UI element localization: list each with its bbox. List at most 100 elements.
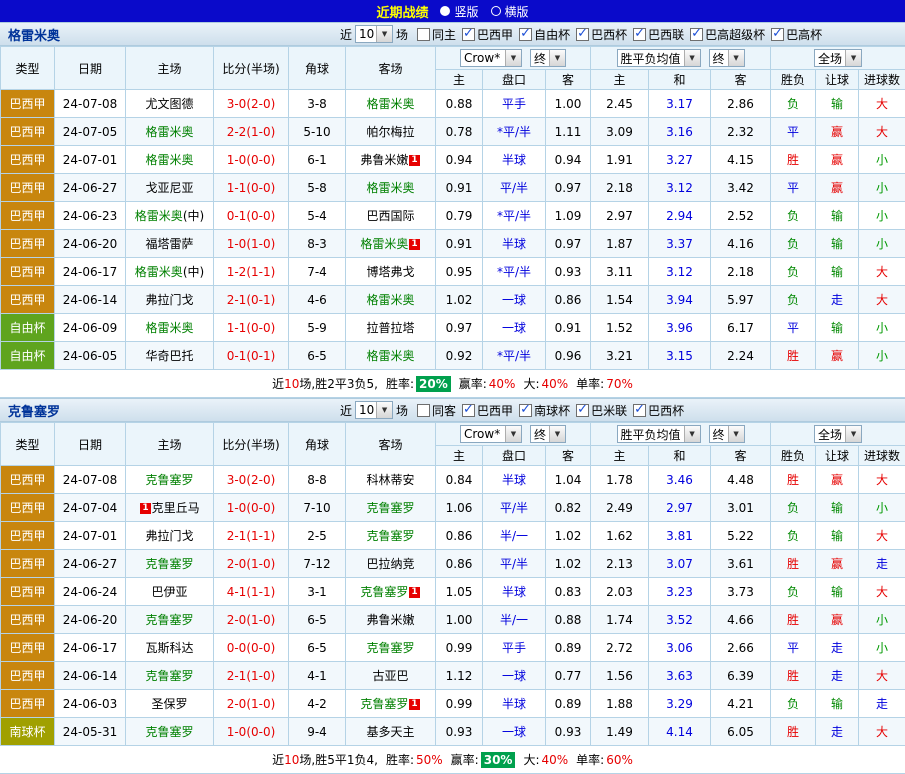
asia-away-odds: 0.93 [546,718,591,746]
league-checkbox-0[interactable]: 巴西甲 [462,402,513,419]
euro-draw-odds: 3.52 [649,606,711,634]
europe-odds-select[interactable]: 胜平负均值▼ [617,425,701,443]
odds-company-select[interactable]: Crow*▼ [460,49,522,67]
away-team-name: 帕尔梅拉 [366,125,414,139]
league-checkbox-3-box[interactable] [633,28,646,41]
match-type: 巴西甲 [1,202,55,230]
asia-handicap: 半球 [483,578,546,606]
asia-away-odds: 1.00 [546,90,591,118]
radio-vertical-label[interactable]: 竖版 [454,3,478,20]
asia-away-odds: 0.91 [546,314,591,342]
euro-home-odds: 1.74 [591,606,649,634]
away-team-name: 格雷米奥 [366,293,414,307]
league-checkbox-5-box[interactable] [771,28,784,41]
match-date: 24-06-14 [55,662,126,690]
asia-away-odds: 0.88 [546,606,591,634]
same-venue-checkbox[interactable]: 同主 [417,26,456,43]
league-checkbox-4-box[interactable] [690,28,703,41]
league-checkbox-0-box[interactable] [462,404,475,417]
layout-radio-horizontal[interactable]: 横版 [491,3,529,20]
home-team-name: 克鲁塞罗 [145,669,193,683]
radio-unselected-icon[interactable] [491,6,501,16]
home-team: 克鲁塞罗 [126,718,214,746]
away-team-name: 科林蒂安 [366,473,414,487]
euro-home-odds: 1.78 [591,466,649,494]
match-type: 巴西甲 [1,146,55,174]
radio-horizontal-label[interactable]: 横版 [505,3,529,20]
match-date: 24-07-05 [55,118,126,146]
matches-table: 类型日期主场比分(半场)角球客场Crow*▼终▼胜平负均值▼终▼全场▼主盘口客主… [0,422,905,746]
odds-stage-select[interactable]: 终▼ [530,425,566,443]
sub-header-2: 客 [546,446,591,466]
same-venue-checkbox[interactable]: 同客 [417,402,456,419]
wdl-result: 负 [771,578,816,606]
league-checkbox-0-box[interactable] [462,28,475,41]
home-team: 圣保罗 [126,690,214,718]
league-checkbox-2-box[interactable] [576,404,589,417]
away-team: 格雷米奥 [346,174,436,202]
home-team-name: 克鲁塞罗 [145,473,193,487]
europe-odds-select[interactable]: 胜平负均值▼ [617,49,701,67]
league-checkbox-5[interactable]: 巴高杯 [771,26,822,43]
stat-value: 20% [416,376,451,392]
league-checkbox-1[interactable]: 自由杯 [519,26,570,43]
asia-handicap: 一球 [483,662,546,690]
filter-controls: 近10▼场同主巴西甲自由杯巴西杯巴西联巴高超级杯巴高杯 [337,23,822,45]
match-date: 24-07-04 [55,494,126,522]
league-checkbox-2[interactable]: 巴西杯 [576,26,627,43]
asia-home-odds: 0.78 [436,118,483,146]
scope-select[interactable]: 全场▼ [814,425,862,443]
asia-away-odds: 0.86 [546,286,591,314]
layout-radio-vertical[interactable]: 竖版 [440,3,478,20]
euro-home-odds: 2.18 [591,174,649,202]
league-checkbox-1-box[interactable] [519,28,532,41]
odds-stage-select[interactable]: 终▼ [530,49,566,67]
euro-away-odds: 4.15 [711,146,771,174]
league-checkbox-0[interactable]: 巴西甲 [462,26,513,43]
away-team: 格雷米奥 [346,90,436,118]
match-score: 2-0(1-0) [214,550,289,578]
wdl-result: 负 [771,494,816,522]
match-count-select[interactable]: 10▼ [355,401,393,419]
euro-away-odds: 4.66 [711,606,771,634]
corner-score: 6-1 [289,146,346,174]
euro-draw-odds: 3.37 [649,230,711,258]
league-checkbox-1[interactable]: 南球杯 [519,402,570,419]
radio-selected-icon[interactable] [440,6,450,16]
league-checkbox-2-box[interactable] [576,28,589,41]
match-row: 巴西甲24-06-14克鲁塞罗2-1(1-0)4-1古亚巴1.12一球0.771… [1,662,905,690]
league-checkbox-4[interactable]: 巴高超级杯 [690,26,765,43]
home-team-name: 格雷米奥 [145,125,193,139]
team-name: 克鲁塞罗 [0,401,60,420]
handicap-result: 输 [816,690,859,718]
league-checkbox-2[interactable]: 巴米联 [576,402,627,419]
europe-stage-select[interactable]: 终▼ [709,49,745,67]
away-team: 克鲁塞罗 [346,494,436,522]
europe-stage-select[interactable]: 终▼ [709,425,745,443]
match-type: 巴西甲 [1,90,55,118]
wdl-result: 负 [771,286,816,314]
league-checkbox-3[interactable]: 巴西杯 [633,402,684,419]
league-checkbox-1-box[interactable] [519,404,532,417]
match-count-select[interactable]: 10▼ [355,25,393,43]
odds-company-select[interactable]: Crow*▼ [460,425,522,443]
scope-select[interactable]: 全场▼ [814,49,862,67]
league-checkbox-3-box[interactable] [633,404,646,417]
goals-result: 大 [859,718,905,746]
euro-draw-odds: 3.07 [649,550,711,578]
league-checkbox-3[interactable]: 巴西联 [633,26,684,43]
league-checkbox-3-label: 巴西联 [648,26,684,43]
asia-home-odds: 0.94 [436,146,483,174]
asia-handicap: 平/半 [483,174,546,202]
euro-away-odds: 5.22 [711,522,771,550]
handicap-result: 输 [816,202,859,230]
same-venue-checkbox-box[interactable] [417,404,430,417]
wdl-result: 胜 [771,146,816,174]
league-checkbox-3-label: 巴西杯 [648,402,684,419]
goals-result: 大 [859,258,905,286]
same-venue-checkbox-box[interactable] [417,28,430,41]
team-panel-header: 格雷米奥近10▼场同主巴西甲自由杯巴西杯巴西联巴高超级杯巴高杯 [0,22,905,46]
asia-away-odds: 1.04 [546,466,591,494]
home-team-name: 福塔雷萨 [145,237,193,251]
euro-draw-odds: 3.06 [649,634,711,662]
